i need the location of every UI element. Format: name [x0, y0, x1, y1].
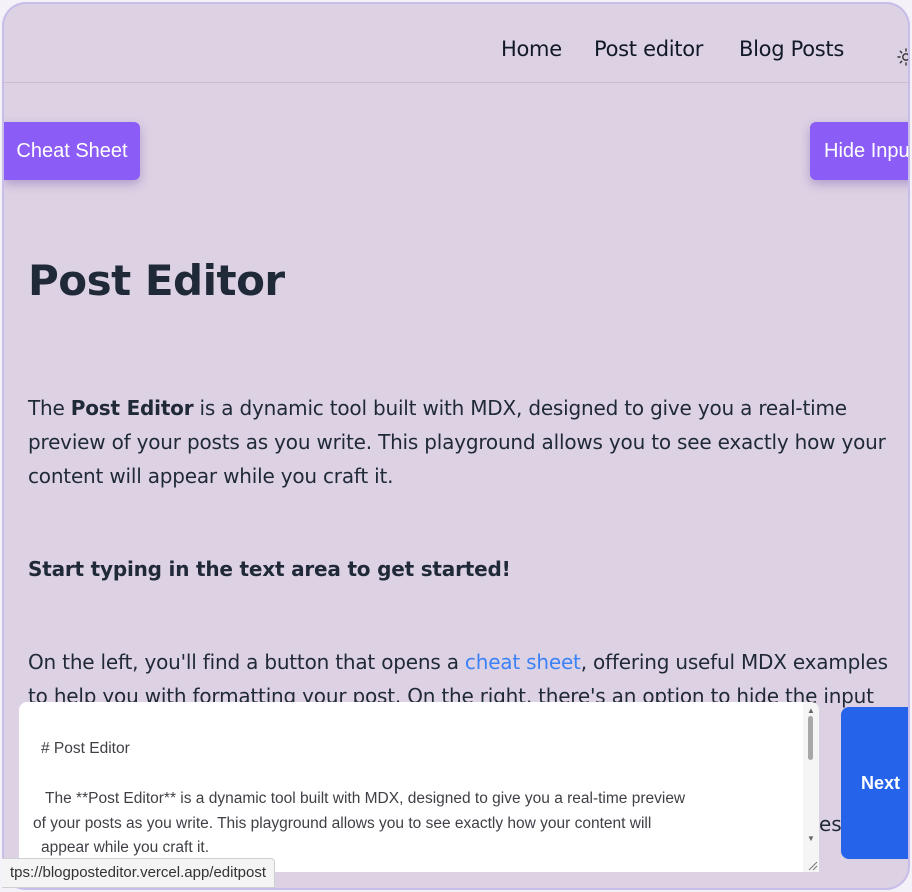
editor-scrollbar[interactable]: ▲ ▼ — [803, 702, 819, 872]
editor-line: # Post Editor — [41, 740, 130, 757]
status-bar-url: tps://blogposteditor.vercel.app/editpost — [2, 858, 275, 888]
scroll-down-icon[interactable]: ▼ — [807, 834, 815, 843]
editor-line: of your posts as you write. This playgro… — [33, 815, 652, 832]
start-typing-text: Start typing in the text area to get sta… — [28, 557, 511, 581]
mdx-editor-textarea[interactable]: # Post Editor The **Post Editor** is a d… — [19, 702, 819, 872]
nav-home-link[interactable]: Home — [501, 37, 562, 61]
hide-input-button[interactable]: Hide Inpu — [810, 122, 908, 180]
editor-line: appear while you craft it. — [41, 839, 210, 856]
editor-line: The **Post Editor** is a dynamic tool bu… — [41, 790, 686, 807]
intro-bold: Post Editor — [70, 396, 194, 420]
sun-icon[interactable] — [897, 48, 910, 66]
page-title: Post Editor — [28, 256, 285, 305]
cheat-sheet-link[interactable]: cheat sheet — [465, 650, 581, 674]
nav-blog-posts-link[interactable]: Blog Posts — [739, 37, 844, 61]
intro-prefix: The — [28, 396, 71, 420]
cheat-sheet-button[interactable]: Cheat Sheet — [4, 122, 140, 180]
next-button[interactable]: Next — [841, 707, 908, 859]
scroll-up-icon[interactable]: ▲ — [807, 706, 815, 715]
resize-handle-icon[interactable] — [806, 859, 818, 871]
background-overflow-text: es — [819, 812, 842, 836]
cheat-sheet-prefix: On the left, you'll find a button that o… — [28, 650, 465, 674]
intro-paragraph: The Post Editor is a dynamic tool built … — [28, 391, 898, 493]
browser-viewport: Home Post editor Blog Posts Cheat Sheet … — [2, 2, 910, 890]
scroll-thumb[interactable] — [808, 716, 813, 760]
nav-post-editor-link[interactable]: Post editor — [594, 37, 703, 61]
navbar: Home Post editor Blog Posts — [4, 4, 908, 83]
